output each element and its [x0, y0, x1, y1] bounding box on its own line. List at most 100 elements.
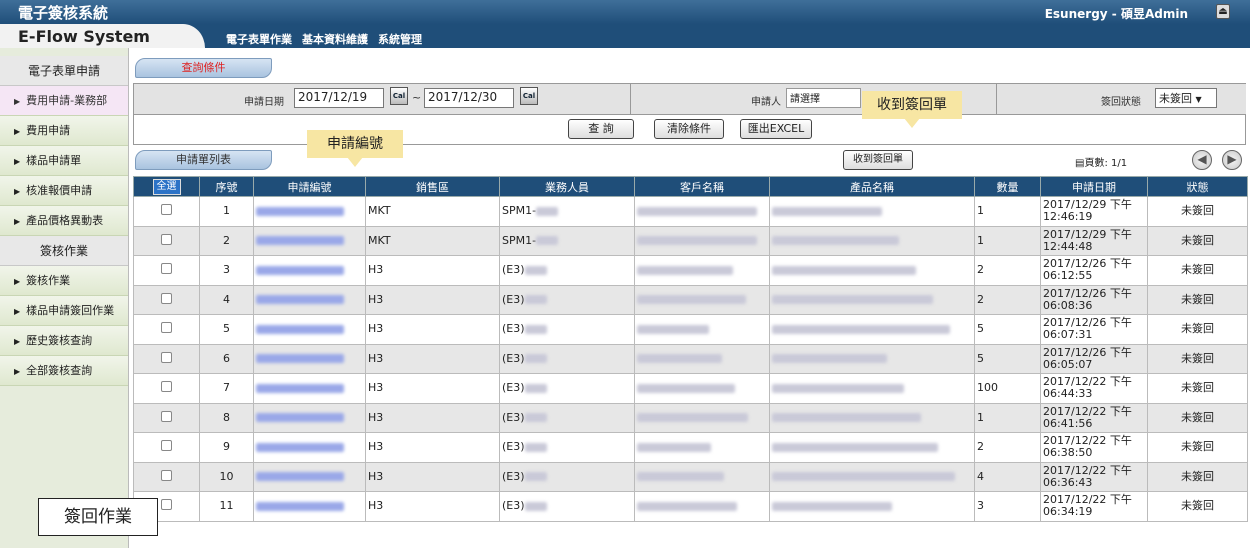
app-no-link[interactable] — [253, 196, 366, 227]
menu-forms[interactable]: 電子表單作業 — [226, 31, 292, 47]
redacted-app-no[interactable] — [256, 206, 344, 216]
app-no-link[interactable] — [253, 343, 366, 374]
date-from-input[interactable]: 2017/12/19 — [294, 88, 384, 108]
row-checkbox[interactable] — [161, 499, 172, 511]
row-customer — [634, 491, 770, 522]
redacted-app-no[interactable] — [256, 501, 344, 511]
redacted-customer — [637, 383, 735, 393]
row-date: 2017/12/26 下午 06:07:31 — [1040, 314, 1148, 345]
row-status: 未簽回 — [1147, 284, 1248, 315]
row-no: 6 — [199, 343, 254, 374]
app-no-link[interactable] — [253, 402, 366, 433]
next-page-icon[interactable]: ▶ — [1222, 150, 1242, 170]
redacted-app-no[interactable] — [256, 413, 344, 423]
row-checkbox[interactable] — [161, 292, 172, 304]
sidebar-item-price-change[interactable]: ▶ 產品價格異動表 — [0, 206, 128, 236]
col-header-status: 狀態 — [1147, 176, 1248, 197]
redacted-app-no[interactable] — [256, 442, 344, 452]
tab-application-list[interactable]: 申請單列表 — [135, 150, 272, 170]
calendar-icon[interactable]: Cal — [520, 87, 538, 105]
sidebar-item-sample[interactable]: ▶ 樣品申請單 — [0, 146, 128, 176]
row-checkbox[interactable] — [161, 440, 172, 452]
search-button[interactable]: 查 詢 — [568, 119, 634, 139]
row-no: 3 — [199, 255, 254, 286]
app-no-link[interactable] — [253, 432, 366, 463]
menu-master-data[interactable]: 基本資料維護 — [302, 31, 368, 47]
table-header-row: 全選 序號 申請編號 銷售區 業務人員 客戶名稱 產品名稱 數量 申請日期 狀態 — [133, 176, 1248, 197]
receive-signback-button[interactable]: 收到簽回單 — [843, 150, 913, 170]
redacted-app-no[interactable] — [256, 236, 344, 246]
row-product — [769, 373, 975, 404]
row-status: 未簽回 — [1147, 402, 1248, 433]
row-status: 未簽回 — [1147, 373, 1248, 404]
logout-icon[interactable]: ⏏ — [1216, 4, 1230, 19]
app-no-link[interactable] — [253, 314, 366, 345]
app-no-link[interactable] — [253, 491, 366, 522]
row-region: H3 — [365, 284, 500, 315]
row-no: 1 — [199, 196, 254, 227]
col-header-app-no[interactable]: 申請編號 — [253, 176, 366, 197]
prev-page-icon[interactable]: ◀ — [1192, 150, 1212, 170]
row-checkbox[interactable] — [161, 263, 172, 275]
row-checkbox[interactable] — [161, 204, 172, 216]
date-to-input[interactable]: 2017/12/30 — [424, 88, 514, 108]
redacted-app-no[interactable] — [256, 354, 344, 364]
app-no-link[interactable] — [253, 461, 366, 492]
sidebar-item-history[interactable]: ▶ 歷史簽核查詢 — [0, 326, 128, 356]
sidebar-item-expense-sales[interactable]: ▶ 費用申請-業務部 — [0, 86, 128, 116]
clear-button[interactable]: 清除條件 — [654, 119, 724, 139]
row-select-cell — [133, 373, 200, 404]
sidebar-section-forms: 電子表單申請 — [0, 56, 128, 86]
sidebar-item-all-query[interactable]: ▶ 全部簽核查詢 — [0, 356, 128, 386]
row-checkbox[interactable] — [161, 351, 172, 363]
table-row: 11 H3 (E3) 3 2017/12/22 下午 06:34:19 未簽回 — [133, 491, 1248, 522]
row-product — [769, 225, 975, 256]
date-range-separator: ~ — [412, 91, 422, 104]
applicant-select[interactable]: 請選擇 — [786, 88, 861, 108]
triangle-right-icon: ▶ — [14, 127, 21, 136]
row-checkbox[interactable] — [161, 233, 172, 245]
callout-application-number: 申請編號 — [307, 130, 403, 167]
table-row: 4 H3 (E3) 2 2017/12/26 下午 06:08:36 未簽回 — [133, 284, 1248, 315]
sidebar-item-sample-signback[interactable]: ▶ 樣品申請簽回作業 — [0, 296, 128, 326]
row-date: 2017/12/22 下午 06:38:50 — [1040, 432, 1148, 463]
menu-system[interactable]: 系統管理 — [378, 31, 422, 47]
redacted-product — [772, 265, 916, 275]
redacted-app-no[interactable] — [256, 295, 344, 305]
redacted-customer — [637, 236, 757, 246]
row-status: 未簽回 — [1147, 432, 1248, 463]
sidebar-item-quote[interactable]: ▶ 核准報價申請 — [0, 176, 128, 206]
row-status: 未簽回 — [1147, 343, 1248, 374]
row-checkbox[interactable] — [161, 322, 172, 334]
sidebar-item-signoff[interactable]: ▶ 簽核作業 — [0, 266, 128, 296]
col-header-no: 序號 — [199, 176, 254, 197]
row-sales: (E3) — [499, 373, 635, 404]
row-product — [769, 196, 975, 227]
row-customer — [634, 461, 770, 492]
export-excel-button[interactable]: 匯出EXCEL — [740, 119, 812, 139]
system-name: 電子簽核系統 — [18, 4, 109, 22]
select-all-button[interactable]: 全選 — [152, 178, 181, 195]
triangle-right-icon: ▶ — [14, 157, 21, 166]
redacted-app-no[interactable] — [256, 472, 344, 482]
redacted-app-no[interactable] — [256, 324, 344, 334]
redacted-app-no[interactable] — [256, 383, 344, 393]
row-checkbox[interactable] — [161, 469, 172, 481]
signback-select[interactable]: 未簽回 ▼ — [1155, 88, 1217, 108]
redacted-sales-name — [524, 265, 547, 275]
app-no-link[interactable] — [253, 225, 366, 256]
row-status: 未簽回 — [1147, 491, 1248, 522]
redacted-app-no[interactable] — [256, 265, 344, 275]
redacted-customer — [637, 442, 711, 452]
sidebar-item-expense[interactable]: ▶ 費用申請 — [0, 116, 128, 146]
tab-query-conditions[interactable]: 查詢條件 — [135, 58, 272, 78]
calendar-icon[interactable]: Cal — [390, 87, 408, 105]
row-checkbox[interactable] — [161, 381, 172, 393]
app-no-link[interactable] — [253, 373, 366, 404]
col-header-product: 產品名稱 — [769, 176, 975, 197]
col-header-region: 銷售區 — [365, 176, 500, 197]
app-no-link[interactable] — [253, 255, 366, 286]
app-no-link[interactable] — [253, 284, 366, 315]
row-date: 2017/12/26 下午 06:08:36 — [1040, 284, 1148, 315]
row-checkbox[interactable] — [161, 410, 172, 422]
